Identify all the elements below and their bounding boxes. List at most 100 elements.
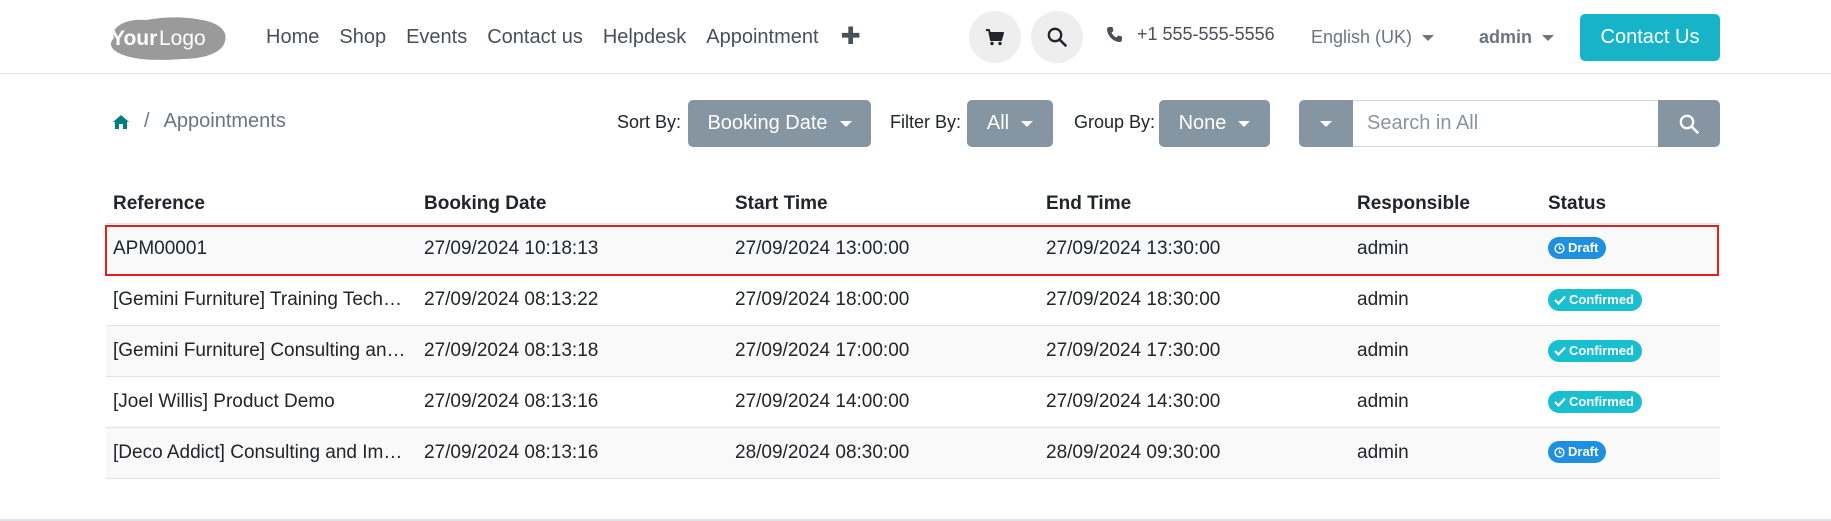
status-badge: Confirmed	[1548, 288, 1642, 311]
clock-icon	[1554, 447, 1565, 458]
phone-number: +1 555-555-5556	[1137, 24, 1275, 44]
cell-end-time: 27/09/2024 18:30:00	[1039, 273, 1350, 325]
cell-responsible: admin	[1350, 375, 1541, 427]
cell-start-time: 27/09/2024 14:00:00	[728, 375, 1039, 427]
column-header-start-time[interactable]: Start Time	[728, 186, 1039, 223]
check-icon	[1554, 346, 1566, 356]
home-icon[interactable]	[112, 114, 130, 130]
status-badge: Confirmed	[1548, 339, 1642, 362]
sort-by-value: Booking Date	[707, 112, 828, 134]
search-scope-dropdown[interactable]	[1299, 100, 1353, 147]
status-badge: Draft	[1548, 441, 1607, 464]
filter-by-dropdown[interactable]: All	[967, 100, 1053, 147]
search-icon	[1679, 114, 1699, 134]
status-label: Confirmed	[1569, 291, 1634, 307]
cell-responsible: admin	[1350, 426, 1541, 479]
user-name: admin	[1479, 27, 1533, 47]
cart-button[interactable]	[969, 11, 1021, 63]
column-header-reference[interactable]: Reference	[106, 186, 417, 223]
nav-events[interactable]: Events	[406, 22, 467, 52]
cell-status: Draft	[1541, 426, 1720, 479]
search-input[interactable]	[1353, 100, 1658, 147]
nav-helpdesk[interactable]: Helpdesk	[603, 22, 686, 52]
check-icon	[1554, 295, 1566, 305]
column-header-end-time[interactable]: End Time	[1039, 186, 1350, 223]
main-nav: Home Shop Events Contact us Helpdesk App…	[266, 22, 861, 52]
cell-reference[interactable]: [Joel Willis] Product Demo	[106, 375, 417, 427]
search-submit-button[interactable]	[1658, 100, 1720, 147]
cell-status: Confirmed	[1541, 324, 1720, 376]
nav-appointment[interactable]: Appointment	[706, 22, 818, 52]
search-button[interactable]	[1031, 11, 1083, 63]
cell-status: Confirmed	[1541, 273, 1720, 325]
cell-reference[interactable]: [Gemini Furniture] Consulting an…	[106, 324, 417, 376]
breadcrumb-separator: /	[144, 110, 150, 132]
cart-icon	[986, 28, 1004, 45]
filter-by-label: Filter By:	[890, 112, 962, 132]
cell-start-time: 27/09/2024 13:00:00	[728, 222, 1039, 274]
group-by-value: None	[1178, 112, 1227, 134]
column-header-booking-date[interactable]: Booking Date	[417, 186, 728, 223]
check-icon	[1554, 397, 1566, 407]
contact-us-button[interactable]: Contact Us	[1580, 14, 1720, 61]
cell-reference[interactable]: APM00001	[106, 222, 417, 274]
chevron-down-icon	[1542, 34, 1555, 41]
phone-contact[interactable]: +1 555-555-5556	[1106, 24, 1275, 45]
user-menu[interactable]: admin	[1479, 27, 1555, 48]
language-selector[interactable]: English (UK)	[1311, 27, 1435, 48]
status-label: Draft	[1568, 444, 1599, 460]
filter-by-value: All	[986, 112, 1010, 134]
cell-booking-date: 27/09/2024 08:13:16	[417, 375, 728, 427]
column-header-status[interactable]: Status	[1541, 186, 1720, 223]
column-header-responsible[interactable]: Responsible	[1350, 186, 1541, 223]
chevron-down-icon	[1422, 34, 1435, 41]
search-bar	[1299, 100, 1720, 147]
table-row[interactable]: [Joel Willis] Product Demo 27/09/2024 08…	[106, 375, 1720, 427]
plus-icon[interactable]: ✚	[841, 22, 861, 52]
cell-end-time: 28/09/2024 09:30:00	[1039, 426, 1350, 479]
cell-booking-date: 27/09/2024 10:18:13	[417, 222, 728, 274]
table-header-row: Reference Booking Date Start Time End Ti…	[106, 186, 1720, 223]
appointments-table: Reference Booking Date Start Time End Ti…	[106, 186, 1720, 479]
table-row[interactable]: [Gemini Furniture] Consulting an… 27/09/…	[106, 324, 1720, 376]
cell-end-time: 27/09/2024 17:30:00	[1039, 324, 1350, 376]
svg-text:Your: Your	[111, 27, 157, 50]
chevron-down-icon	[1021, 120, 1034, 127]
group-by-label: Group By:	[1074, 112, 1156, 132]
cell-responsible: admin	[1350, 222, 1541, 274]
chevron-down-icon	[1320, 120, 1332, 127]
cell-booking-date: 27/09/2024 08:13:18	[417, 324, 728, 376]
table-row[interactable]: APM00001 27/09/2024 10:18:13 27/09/2024 …	[106, 222, 1720, 274]
breadcrumb: / Appointments	[112, 110, 286, 133]
status-label: Confirmed	[1569, 393, 1634, 409]
clock-icon	[1554, 243, 1565, 254]
cell-start-time: 28/09/2024 08:30:00	[728, 426, 1039, 479]
cell-end-time: 27/09/2024 14:30:00	[1039, 375, 1350, 427]
site-header: Your Logo Home Shop Events Contact us He…	[0, 0, 1831, 74]
status-badge: Draft	[1548, 237, 1607, 260]
group-by-dropdown[interactable]: None	[1159, 100, 1270, 147]
table-row[interactable]: [Deco Addict] Consulting and Im… 27/09/2…	[106, 426, 1720, 479]
cell-end-time: 27/09/2024 13:30:00	[1039, 222, 1350, 274]
language-label: English (UK)	[1311, 27, 1413, 47]
cell-status: Confirmed	[1541, 375, 1720, 427]
chevron-down-icon	[839, 120, 852, 127]
cell-start-time: 27/09/2024 17:00:00	[728, 324, 1039, 376]
nav-shop[interactable]: Shop	[339, 22, 386, 52]
cell-reference[interactable]: [Gemini Furniture] Training Tech…	[106, 273, 417, 325]
nav-contact-us[interactable]: Contact us	[487, 22, 583, 52]
cell-status: Draft	[1541, 222, 1720, 274]
cell-booking-date: 27/09/2024 08:13:16	[417, 426, 728, 479]
nav-home[interactable]: Home	[266, 22, 319, 52]
chevron-down-icon	[1238, 120, 1251, 127]
svg-text:Logo: Logo	[159, 27, 206, 50]
table-row[interactable]: [Gemini Furniture] Training Tech… 27/09/…	[106, 273, 1720, 325]
site-logo[interactable]: Your Logo	[106, 14, 227, 62]
cell-booking-date: 27/09/2024 08:13:22	[417, 273, 728, 325]
status-badge: Confirmed	[1548, 390, 1642, 413]
cell-responsible: admin	[1350, 324, 1541, 376]
sort-by-label: Sort By:	[617, 112, 682, 132]
cell-reference[interactable]: [Deco Addict] Consulting and Im…	[106, 426, 417, 479]
status-label: Confirmed	[1569, 342, 1634, 358]
sort-by-dropdown[interactable]: Booking Date	[688, 100, 871, 147]
